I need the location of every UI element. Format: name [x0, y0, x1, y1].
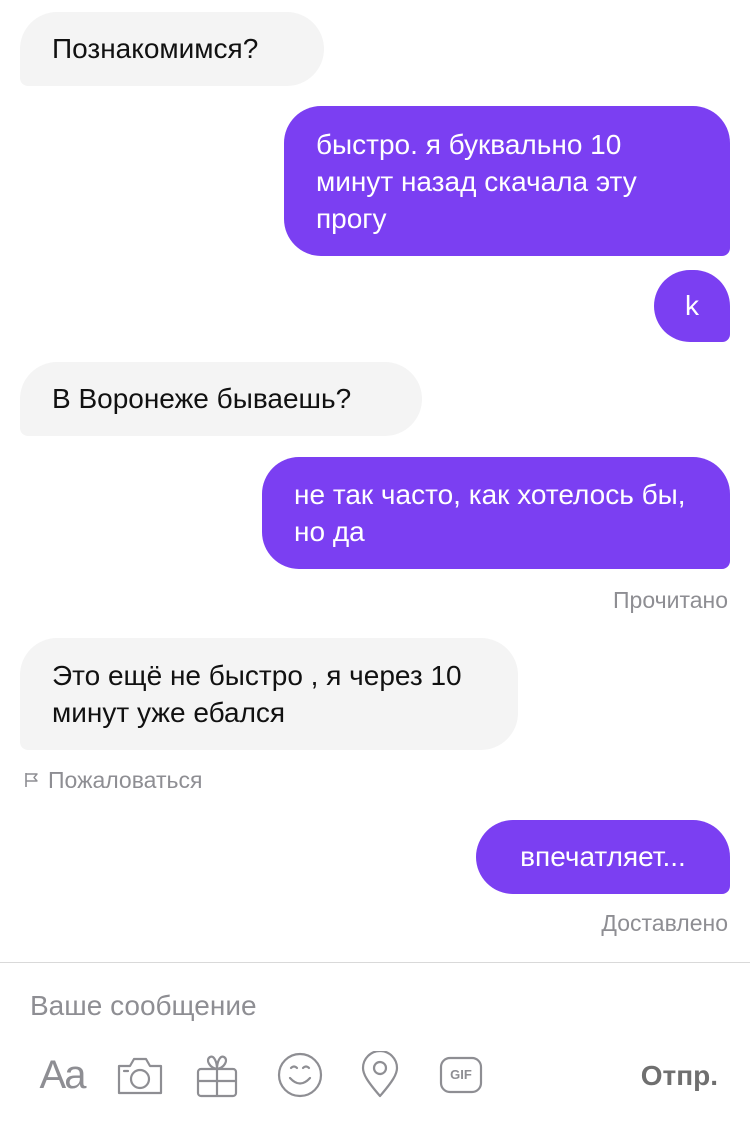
- message-input[interactable]: Ваше сообщение: [30, 988, 257, 1024]
- message-text: k: [685, 290, 699, 321]
- message-text: В Воронеже бываешь?: [52, 383, 352, 414]
- report-link[interactable]: Пожаловаться: [24, 766, 202, 794]
- read-status: Прочитано: [613, 587, 728, 613]
- message-outgoing[interactable]: k: [654, 270, 730, 342]
- gif-label: GIF: [450, 1067, 472, 1082]
- message-text: не так часто, как хотелось бы, но да: [294, 479, 686, 547]
- message-outgoing[interactable]: быстро. я буквально 10 минут назад скача…: [284, 106, 730, 256]
- location-icon[interactable]: [356, 1051, 404, 1099]
- message-input-placeholder: Ваше сообщение: [30, 990, 257, 1021]
- flag-icon: [24, 766, 40, 794]
- send-button[interactable]: Отпр.: [641, 1059, 718, 1093]
- message-outgoing[interactable]: не так часто, как хотелось бы, но да: [262, 457, 730, 569]
- gif-icon[interactable]: GIF: [438, 1051, 484, 1099]
- gift-icon[interactable]: [192, 1051, 242, 1099]
- text-format-icon[interactable]: Aa: [34, 1051, 90, 1099]
- delivered-status: Доставлено: [601, 910, 728, 936]
- message-outgoing[interactable]: впечатляет...: [476, 820, 730, 894]
- message-incoming[interactable]: Это ещё не быстро , я через 10 минут уже…: [20, 638, 518, 750]
- composer-divider: [0, 962, 750, 963]
- emoji-icon[interactable]: [274, 1051, 326, 1099]
- message-text: Познакомимся?: [52, 33, 259, 64]
- message-text: Это ещё не быстро , я через 10 минут уже…: [52, 660, 462, 728]
- message-incoming[interactable]: Познакомимся?: [20, 12, 324, 86]
- text-format-label: Aa: [39, 1053, 87, 1097]
- chat-message-list[interactable]: Познакомимся? быстро. я буквально 10 мин…: [0, 0, 750, 962]
- report-link-label: Пожаловаться: [48, 767, 203, 793]
- message-incoming[interactable]: В Воронеже бываешь?: [20, 362, 422, 436]
- message-text: быстро. я буквально 10 минут назад скача…: [316, 129, 637, 234]
- camera-icon[interactable]: [114, 1051, 166, 1099]
- message-text: впечатляет...: [520, 841, 686, 872]
